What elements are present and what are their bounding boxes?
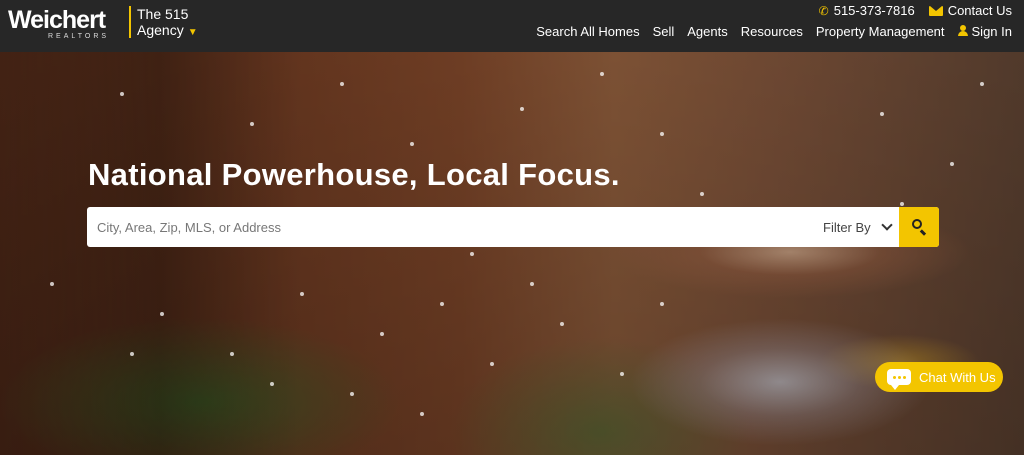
search-icon-handle <box>920 229 927 236</box>
contact-us-link[interactable]: Contact Us <box>928 3 1012 18</box>
chat-label: Chat With Us <box>919 369 996 385</box>
chevron-down-icon <box>881 218 893 231</box>
nav-sell[interactable]: Sell <box>653 24 675 39</box>
hero-title: National Powerhouse, Local Focus. <box>88 157 620 192</box>
filter-by-dropdown[interactable]: Filter By <box>823 207 893 247</box>
nav-resources[interactable]: Resources <box>741 24 803 39</box>
nav-agents[interactable]: Agents <box>687 24 727 39</box>
sign-in-link[interactable]: Sign In <box>957 24 1012 39</box>
main-nav: Search All Homes Sell Agents Resources P… <box>536 24 1012 39</box>
sign-in-label: Sign In <box>971 24 1012 39</box>
envelope-icon <box>928 5 943 16</box>
hero-banner: National Powerhouse, Local Focus. Filter… <box>0 52 1024 455</box>
chevron-down-icon: ▼ <box>187 27 198 38</box>
hero-background-image <box>0 52 1024 455</box>
logo-divider <box>129 6 131 38</box>
property-search-bar: Filter By <box>87 207 939 247</box>
search-input[interactable] <box>87 207 807 247</box>
phone-icon: ✆ <box>818 3 829 18</box>
contact-us-label: Contact Us <box>947 3 1012 18</box>
logo-subtext: REALTORS <box>48 33 110 40</box>
nav-property-management[interactable]: Property Management <box>816 24 945 39</box>
top-contact-bar: ✆ 515-373-7816 Contact Us <box>819 3 1012 18</box>
user-icon <box>957 25 968 36</box>
phone-link[interactable]: ✆ 515-373-7816 <box>819 3 915 18</box>
agency-name-line1: The 515 <box>137 6 189 22</box>
chat-with-us-button[interactable]: Chat With Us <box>875 362 1003 392</box>
agency-name-line2: Agency <box>137 22 184 38</box>
site-header: Weichert REALTORS The 515 Agency ▼ ✆ 515-… <box>0 0 1024 52</box>
search-icon <box>912 219 922 229</box>
phone-number: 515-373-7816 <box>833 3 915 18</box>
logo-wordmark: Weichert <box>8 6 106 34</box>
filter-by-label: Filter By <box>823 219 871 235</box>
weichert-logo[interactable]: Weichert REALTORS <box>8 6 128 42</box>
chat-bubble-icon <box>887 369 911 390</box>
search-button[interactable] <box>899 207 939 247</box>
agency-selector[interactable]: The 515 Agency ▼ <box>137 6 198 41</box>
nav-search-all-homes[interactable]: Search All Homes <box>536 24 639 39</box>
